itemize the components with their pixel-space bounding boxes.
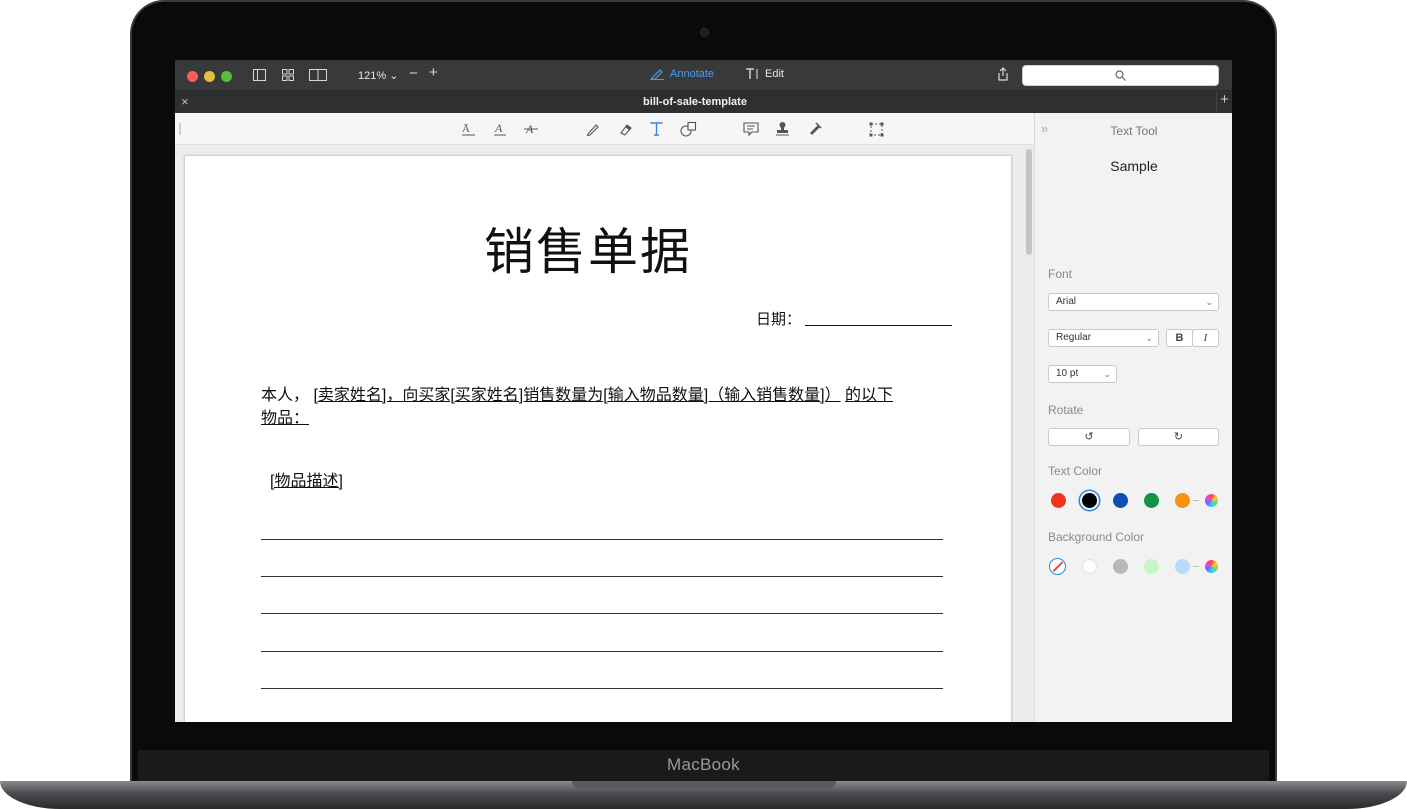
document-viewport[interactable]: 销售单据 日期： 本人， [卖家姓名]，向买家[买家姓名]销售数量为[输入物品数… (175, 145, 1034, 722)
background-color-sky[interactable] (1175, 559, 1190, 574)
sale-statement: 本人， [卖家姓名]，向买家[买家姓名]销售数量为[输入物品数量]（输入销售数量… (261, 384, 951, 430)
shapes-icon[interactable] (680, 121, 697, 137)
zoom-in-icon[interactable]: + (429, 65, 438, 80)
selection-icon[interactable] (869, 122, 884, 137)
rotate-label: Rotate (1048, 403, 1084, 417)
statement-end: 物品： (261, 410, 310, 427)
text-strikethrough-icon[interactable]: A (524, 122, 538, 136)
text-cursor-icon (746, 68, 758, 79)
font-label: Font (1048, 267, 1073, 281)
camera (700, 28, 709, 37)
text-underline-icon[interactable]: A (493, 122, 507, 136)
chevron-down-icon: ⌄ (1145, 333, 1153, 343)
text-color-green[interactable] (1144, 493, 1159, 508)
text-color-red[interactable] (1051, 493, 1066, 508)
new-tab-button[interactable]: + (1216, 91, 1232, 113)
zoom-select[interactable]: 121% ⌄ (358, 69, 398, 82)
close-window-button[interactable] (187, 71, 198, 82)
blank-line[interactable] (261, 651, 943, 652)
pencil-icon[interactable] (586, 122, 600, 136)
annotation-toolbar: Ā A A (175, 113, 1034, 145)
search-icon (1115, 70, 1126, 81)
blank-line[interactable] (261, 576, 943, 577)
background-color-label: Background Color (1048, 530, 1145, 544)
custom-background-color-icon[interactable] (1205, 560, 1218, 573)
rotate-left-button[interactable]: ↺ (1048, 428, 1130, 446)
rotate-right-button[interactable]: ↻ (1138, 428, 1219, 446)
pdf-page[interactable]: 销售单据 日期： 本人， [卖家姓名]，向买家[买家姓名]销售数量为[输入物品数… (184, 155, 1012, 722)
search-input[interactable] (1022, 65, 1219, 86)
font-size-value: 10 pt (1056, 368, 1079, 379)
app-window: 121% ⌄ − + Annotate Edit × bill-of-sale-… (175, 60, 1232, 722)
chevron-down-icon: ⌄ (1103, 369, 1111, 379)
date-field-line[interactable] (805, 325, 952, 326)
text-tool-icon[interactable] (649, 121, 664, 136)
pen-icon (650, 69, 664, 80)
statement-fields[interactable]: [卖家姓名]，向买家[买家姓名]销售数量为[输入物品数量]（输入销售数量]） (313, 387, 840, 404)
bold-button[interactable]: B (1166, 329, 1193, 347)
panel-title: Text Tool (1110, 124, 1158, 138)
chevron-down-icon: ⌄ (1205, 297, 1213, 307)
laptop-frame: MacBook 121% ⌄ − + Annotate Edit × bill-… (0, 0, 1407, 809)
rotate-left-icon: ↺ (1084, 431, 1094, 443)
zoom-window-button[interactable] (221, 71, 232, 82)
annotate-mode-button[interactable]: Annotate (650, 68, 714, 80)
toolbar-grip (179, 123, 181, 135)
custom-text-color-icon[interactable] (1205, 494, 1218, 507)
text-color-black[interactable] (1082, 493, 1097, 508)
zoom-value: 121% (358, 70, 387, 82)
divider (1193, 500, 1199, 501)
brand-label: MacBook (667, 755, 740, 774)
font-style-select[interactable]: Regular ⌄ (1048, 329, 1159, 347)
document-title: 销售单据 (484, 224, 692, 280)
vertical-scrollbar[interactable] (1026, 149, 1032, 255)
two-page-view-icon[interactable] (309, 69, 327, 81)
text-tool-panel: » Text Tool Sample Font Arial ⌄ Regular … (1034, 113, 1232, 722)
zoom-out-icon[interactable]: − (409, 66, 418, 81)
statement-mid: 的以下 (845, 387, 894, 404)
no-background-color[interactable] (1049, 558, 1066, 575)
edit-label: Edit (765, 68, 784, 80)
text-color-orange[interactable] (1175, 493, 1190, 508)
chevron-down-icon: ⌄ (389, 70, 399, 82)
font-family-value: Arial (1056, 296, 1077, 307)
date-label: 日期： (756, 311, 802, 328)
blank-line[interactable] (261, 613, 943, 614)
background-color-mint[interactable] (1144, 559, 1159, 574)
tab-bar: × bill-of-sale-template + (175, 91, 1232, 113)
svg-text:Ā: Ā (462, 123, 470, 135)
background-color-white[interactable] (1082, 559, 1097, 574)
eraser-icon[interactable] (618, 122, 632, 136)
edit-mode-button[interactable]: Edit (745, 68, 784, 80)
font-size-select[interactable]: 10 pt ⌄ (1048, 365, 1117, 383)
divider (1193, 566, 1199, 567)
laptop-notch (572, 781, 836, 789)
background-color-gray[interactable] (1113, 559, 1128, 574)
italic-button[interactable]: I (1192, 329, 1219, 347)
blank-line[interactable] (261, 688, 943, 689)
sidebar-view-icon[interactable] (253, 69, 266, 81)
tab-title[interactable]: bill-of-sale-template (175, 96, 1215, 108)
font-sample: Sample (1110, 158, 1158, 174)
text-color-blue[interactable] (1113, 493, 1128, 508)
share-icon[interactable] (997, 67, 1009, 81)
text-box-icon[interactable]: Ā (461, 122, 476, 136)
thumbnail-view-icon[interactable] (282, 69, 294, 81)
item-description[interactable]: [物品描述] (270, 467, 343, 491)
font-family-select[interactable]: Arial ⌄ (1048, 293, 1219, 311)
stamp-icon[interactable] (775, 121, 790, 136)
signature-icon[interactable] (807, 121, 822, 136)
text-color-label: Text Color (1048, 464, 1103, 478)
svg-text:A: A (494, 122, 503, 135)
minimize-window-button[interactable] (204, 71, 215, 82)
font-style-value: Regular (1056, 332, 1092, 343)
statement-prefix: 本人， (261, 387, 310, 404)
note-icon[interactable] (743, 122, 759, 137)
rotate-right-icon: ↻ (1173, 431, 1184, 443)
annotate-label: Annotate (670, 68, 715, 80)
title-bar: 121% ⌄ − + Annotate Edit (175, 60, 1232, 91)
blank-line[interactable] (261, 539, 943, 540)
